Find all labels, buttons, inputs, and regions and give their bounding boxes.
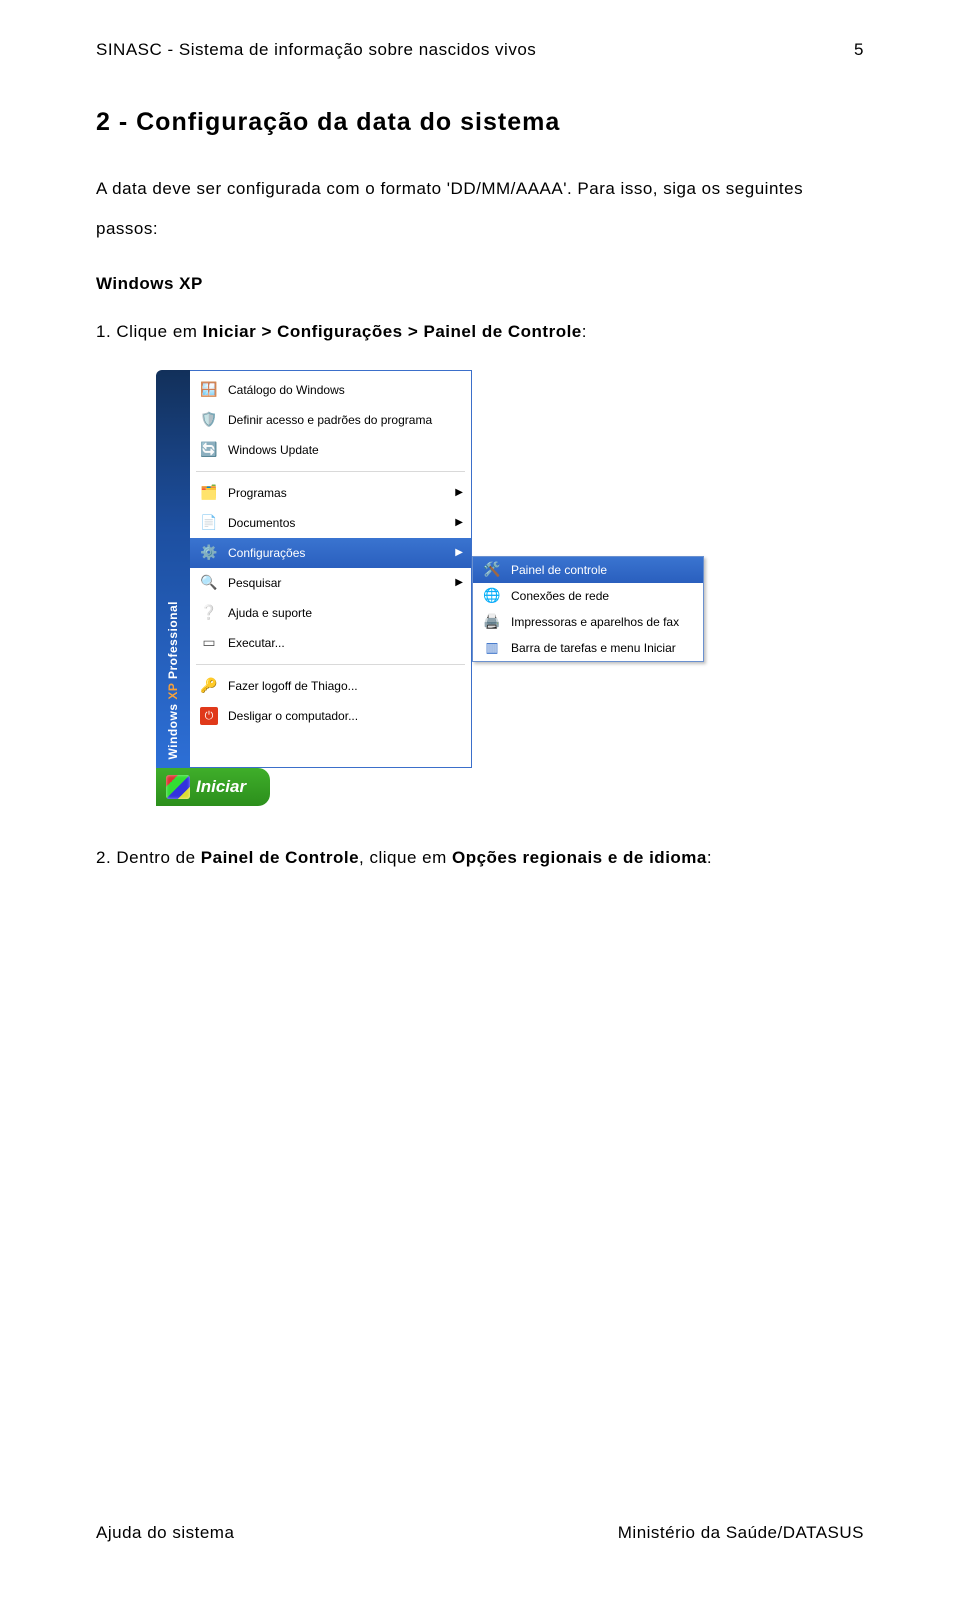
catalog-icon: 🪟 (198, 379, 220, 401)
submenu-label: Impressoras e aparelhos de fax (511, 615, 695, 629)
step-2: 2. Dentro de Painel de Controle, clique … (96, 848, 864, 868)
menu-item-shutdown[interactable]: ⏻ Desligar o computador... (190, 701, 471, 731)
menu-item-search[interactable]: 🔍 Pesquisar ▶ (190, 568, 471, 598)
network-icon: 🌐 (481, 585, 503, 607)
logoff-icon: 🔑 (198, 675, 220, 697)
help-icon: ❔ (198, 602, 220, 624)
step-2-prefix: 2. Dentro de (96, 848, 201, 867)
os-subhead: Windows XP (96, 274, 864, 294)
menu-label: Catálogo do Windows (228, 383, 463, 397)
menu-label: Fazer logoff de Thiago... (228, 679, 463, 693)
menu-item-catalog[interactable]: 🪟 Catálogo do Windows (190, 375, 471, 405)
menu-item-run[interactable]: ▭ Executar... (190, 628, 471, 658)
access-icon: 🛡️ (198, 409, 220, 431)
doc-title: SINASC - Sistema de informação sobre nas… (96, 40, 536, 60)
shutdown-icon: ⏻ (198, 705, 220, 727)
start-button-label: Iniciar (196, 777, 246, 797)
submenu-item-control-panel[interactable]: 🛠️ Painel de controle (473, 557, 703, 583)
step-1: 1. Clique em Iniciar > Configurações > P… (96, 322, 864, 342)
settings-submenu: 🛠️ Painel de controle 🌐 Conexões de rede… (472, 556, 704, 662)
page-header: SINASC - Sistema de informação sobre nas… (96, 40, 864, 60)
programs-icon: 🗂️ (198, 482, 220, 504)
submenu-label: Painel de controle (511, 563, 695, 577)
menu-item-programs[interactable]: 🗂️ Programas ▶ (190, 478, 471, 508)
menu-label: Programas (228, 486, 447, 500)
start-menu-group-top: 🪟 Catálogo do Windows 🛡️ Definir acesso … (190, 371, 471, 469)
menu-separator (196, 471, 465, 472)
menu-label: Documentos (228, 516, 447, 530)
sidebar-brand: Windows XP Professional (166, 601, 180, 760)
settings-icon: ⚙️ (198, 542, 220, 564)
menu-label: Definir acesso e padrões do programa (228, 413, 463, 427)
sidebar-brand-xp: XP (166, 679, 180, 700)
submenu-label: Conexões de rede (511, 589, 695, 603)
menu-separator (196, 664, 465, 665)
menu-label: Windows Update (228, 443, 463, 457)
step-2-mid: , clique em (359, 848, 452, 867)
step-1-path: Iniciar > Configurações > Painel de Cont… (203, 322, 582, 341)
windows-flag-icon (166, 775, 190, 799)
menu-item-documents[interactable]: 📄 Documentos ▶ (190, 508, 471, 538)
printer-icon: 🖨️ (481, 611, 503, 633)
submenu-label: Barra de tarefas e menu Iniciar (511, 641, 695, 655)
page: SINASC - Sistema de informação sobre nas… (0, 0, 960, 1603)
footer-left: Ajuda do sistema (96, 1523, 234, 1543)
menu-label: Pesquisar (228, 576, 447, 590)
sidebar-brand-windows: Windows (166, 700, 180, 760)
start-menu-screenshot: Windows XP Professional 🪟 Catálogo do Wi… (156, 370, 864, 806)
chevron-right-icon: ▶ (455, 517, 463, 528)
step-2-bold2: Opções regionais e de idioma (452, 848, 707, 867)
menu-item-help[interactable]: ❔ Ajuda e suporte (190, 598, 471, 628)
step-1-prefix: 1. Clique em (96, 322, 203, 341)
menu-label: Ajuda e suporte (228, 606, 463, 620)
step-1-suffix: : (582, 322, 587, 341)
menu-label: Executar... (228, 636, 463, 650)
start-menu-group-bottom: 🔑 Fazer logoff de Thiago... ⏻ Desligar o… (190, 667, 471, 735)
documents-icon: 📄 (198, 512, 220, 534)
start-menu-sidebar: Windows XP Professional (156, 370, 190, 768)
start-menu-group-mid: 🗂️ Programas ▶ 📄 Documentos ▶ ⚙️ Configu… (190, 474, 471, 662)
taskbar: Iniciar (156, 768, 472, 806)
start-menu-main: 🪟 Catálogo do Windows 🛡️ Definir acesso … (190, 370, 472, 768)
menu-item-settings[interactable]: ⚙️ Configurações ▶ (190, 538, 471, 568)
control-panel-icon: 🛠️ (481, 559, 503, 581)
taskbar-icon: ▥ (481, 637, 503, 659)
intro-text-line1: A data deve ser configurada com o format… (96, 173, 864, 205)
menu-item-access[interactable]: 🛡️ Definir acesso e padrões do programa (190, 405, 471, 435)
step-2-bold1: Painel de Controle (201, 848, 359, 867)
start-menu-left-column: Windows XP Professional 🪟 Catálogo do Wi… (156, 370, 472, 806)
page-number: 5 (854, 40, 864, 60)
winupdate-icon: 🔄 (198, 439, 220, 461)
section-title: 2 - Configuração da data do sistema (96, 108, 864, 137)
start-button[interactable]: Iniciar (156, 768, 270, 806)
page-footer: Ajuda do sistema Ministério da Saúde/DAT… (96, 1523, 864, 1543)
chevron-right-icon: ▶ (455, 577, 463, 588)
chevron-right-icon: ▶ (455, 487, 463, 498)
menu-label: Configurações (228, 546, 447, 560)
step-2-suffix: : (707, 848, 712, 867)
sidebar-brand-pro: Professional (166, 601, 180, 679)
search-icon: 🔍 (198, 572, 220, 594)
submenu-item-printers[interactable]: 🖨️ Impressoras e aparelhos de fax (473, 609, 703, 635)
chevron-right-icon: ▶ (455, 547, 463, 558)
run-icon: ▭ (198, 632, 220, 654)
submenu-item-taskbar[interactable]: ▥ Barra de tarefas e menu Iniciar (473, 635, 703, 661)
submenu-item-network[interactable]: 🌐 Conexões de rede (473, 583, 703, 609)
menu-item-winupdate[interactable]: 🔄 Windows Update (190, 435, 471, 465)
intro-text-line2: passos: (96, 213, 864, 245)
menu-label: Desligar o computador... (228, 709, 463, 723)
menu-item-logoff[interactable]: 🔑 Fazer logoff de Thiago... (190, 671, 471, 701)
footer-right: Ministério da Saúde/DATASUS (618, 1523, 864, 1543)
